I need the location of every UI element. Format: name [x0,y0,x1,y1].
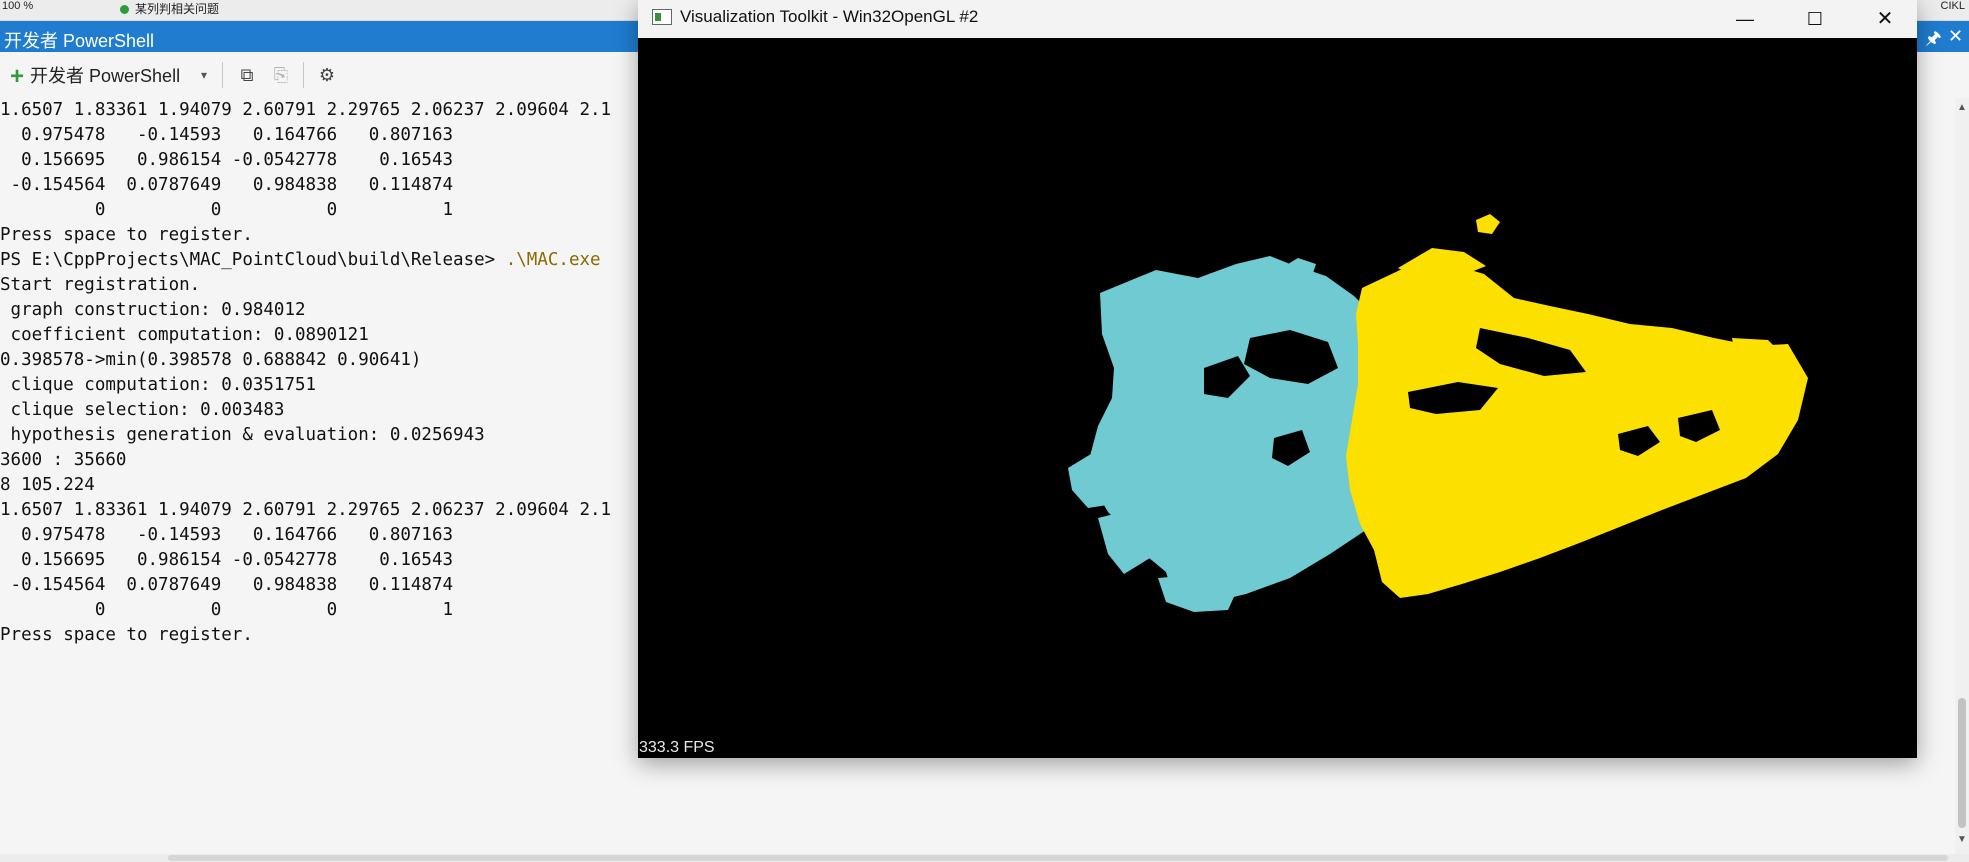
vtk-window-title: Visualization Toolkit - Win32OpenGL #2 [680,7,979,26]
vtk-app-icon [652,9,672,25]
console-line: 0 0 0 1 [0,200,454,220]
minimize-button[interactable]: — [1710,0,1780,38]
vtk-window: Visualization Toolkit - Win32OpenGL #2 —… [638,0,1917,758]
console-line: coefficient computation: 0.0890121 [0,325,369,345]
console-line: 0.975478 -0.14593 0.164766 0.807163 [0,525,454,545]
console-line: Press space to register. [0,625,253,645]
chevron-down-icon[interactable]: ▾ [201,68,207,82]
point-cloud-render [1068,214,1808,612]
paste-icon[interactable]: ⎘ [268,62,294,88]
scroll-up-icon[interactable]: ▲ [1957,102,1967,113]
console-line: 1.6507 1.83361 1.94079 2.60791 2.29765 2… [0,100,612,120]
target-cloud-main [1346,262,1808,598]
console-line: 0.975478 -0.14593 0.164766 0.807163 [0,125,454,145]
console-line: 1.6507 1.83361 1.94079 2.60791 2.29765 2… [0,500,612,520]
console-line: 8 105.224 [0,475,95,495]
scrollbar-thumb[interactable] [1958,698,1966,828]
console-line: 3600 : 35660 [0,450,127,470]
close-icon: ✕ [1876,8,1894,30]
prompt-path: PS E:\CppProjects\MAC_PointCloud\build\R… [0,250,506,270]
gear-icon[interactable]: ⚙ [314,62,340,88]
status-dot-icon [120,5,129,15]
console-line: Press space to register. [0,225,253,245]
background-right-label: CIKL [1940,0,1965,12]
horizontal-scrollbar-thumb[interactable] [168,855,1948,861]
console-line: graph construction: 0.984012 [0,300,306,320]
new-terminal-label: 开发者 PowerShell [30,66,181,86]
vtk-titlebar[interactable]: Visualization Toolkit - Win32OpenGL #2 —… [638,0,1917,38]
background-tab[interactable]: 某列判相关问题 [120,0,219,17]
powershell-title: 开发者 PowerShell [4,31,155,51]
minimize-icon: — [1736,9,1754,29]
zoom-level[interactable]: 100 % [2,0,33,12]
render-viewport[interactable]: 333.3 FPS [638,38,1917,758]
console-line: 0.156695 0.986154 -0.0542778 0.16543 [0,550,454,570]
scroll-down-icon[interactable]: ▼ [1957,834,1967,845]
console-line: -0.154564 0.0787649 0.984838 0.114874 [0,175,454,195]
horizontal-scrollbar[interactable] [0,854,1969,862]
command-text: .\MAC.exe [505,250,601,270]
close-icon[interactable]: ✕ [1948,26,1963,47]
maximize-button[interactable]: ☐ [1780,0,1850,38]
background-tab-label: 某列判相关问题 [135,2,220,16]
copy-icon[interactable]: ⧉ [234,62,260,88]
console-line: -0.154564 0.0787649 0.984838 0.114874 [0,575,454,595]
console-line: hypothesis generation & evaluation: 0.02… [0,425,485,445]
close-window-button[interactable]: ✕ [1850,0,1920,38]
target-cloud-fragment [1476,214,1500,234]
console-line: 0 0 0 1 [0,600,454,620]
fps-counter: 333.3 FPS [639,739,715,756]
console-prompt-line: PS E:\CppProjects\MAC_PointCloud\build\R… [0,248,601,272]
console-line: Start registration. [0,275,201,295]
toolbar-divider [222,62,223,88]
plus-icon: + [10,63,25,90]
console-line: clique selection: 0.003483 [0,400,285,420]
console-line: 0.398578->min(0.398578 0.688842 0.90641) [0,350,422,370]
new-terminal-button[interactable]: + 开发者 PowerShell [10,62,180,91]
console-line: 0.156695 0.986154 -0.0542778 0.16543 [0,150,454,170]
console-line: clique computation: 0.0351751 [0,375,317,395]
toolbar-divider [303,62,304,88]
vertical-scrollbar[interactable]: ▲ ▼ [1955,98,1969,854]
maximize-icon: ☐ [1806,9,1824,29]
